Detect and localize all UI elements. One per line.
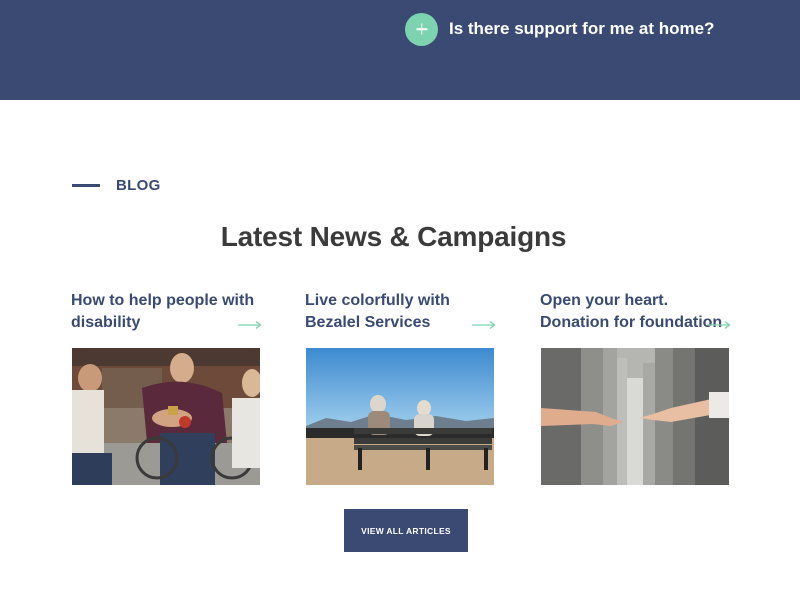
friends-with-wheelchair-user-photo[interactable] — [72, 348, 260, 485]
section-eyebrow: BLOG — [72, 177, 161, 194]
article-card: Live colorfully with Bezalel Services — [305, 290, 496, 485]
plus-icon[interactable] — [405, 12, 438, 46]
reaching-hands-photo[interactable] — [541, 348, 729, 485]
article-title[interactable]: Live colorfully with Bezalel Services — [305, 290, 500, 334]
elderly-couple-on-bench-photo[interactable] — [306, 348, 494, 485]
article-link[interactable]: How to help people with disability — [71, 290, 262, 348]
article-link[interactable]: Live colorfully with Bezalel Services — [305, 290, 496, 348]
section-title: Latest News & Campaigns — [220, 221, 567, 252]
arrow-right-icon[interactable] — [472, 320, 496, 330]
faq-question[interactable]: Is there support for me at home? — [449, 19, 714, 39]
article-title[interactable]: How to help people with disability — [71, 290, 266, 334]
eyebrow-label: BLOG — [116, 177, 161, 194]
faq-banner: Is there support for me at home? — [0, 0, 800, 100]
arrow-right-icon[interactable] — [707, 320, 731, 330]
view-all-articles-button[interactable]: VIEW ALL ARTICLES — [344, 509, 468, 552]
faq-item[interactable]: Is there support for me at home? — [405, 12, 714, 46]
article-card: Open your heart. Donation for foundation — [540, 290, 731, 485]
eyebrow-line — [72, 184, 100, 187]
arrow-right-icon[interactable] — [238, 320, 262, 330]
article-link[interactable]: Open your heart. Donation for foundation — [540, 290, 731, 348]
article-card: How to help people with disability — [71, 290, 262, 485]
